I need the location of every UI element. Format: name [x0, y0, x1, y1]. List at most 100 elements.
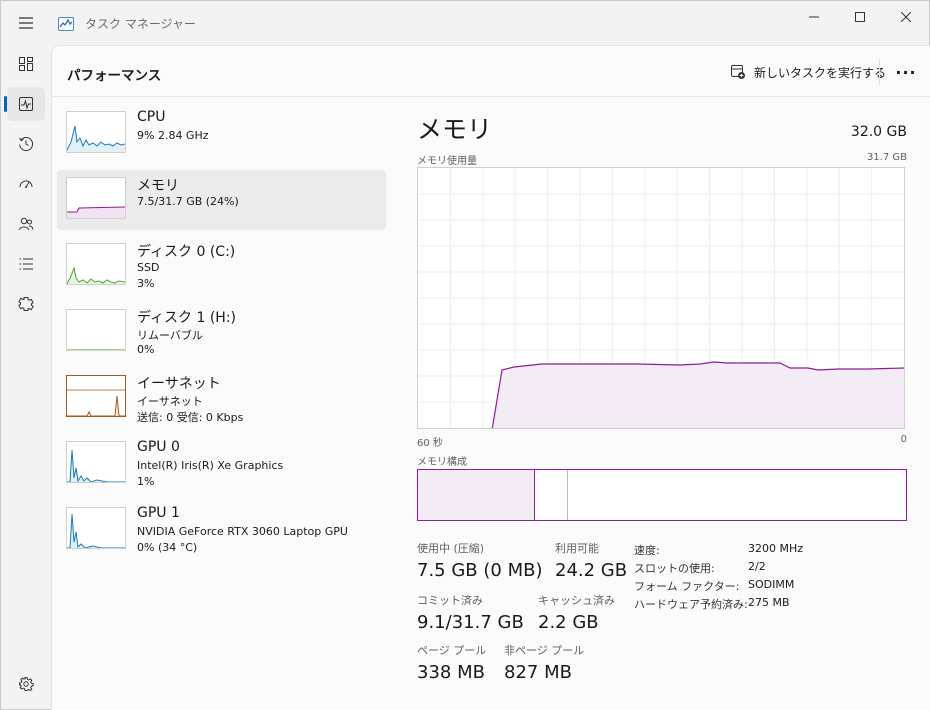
resource-item[interactable]: GPU 1 NVIDIA GeForce RTX 3060 Laptop GPU 0… [57, 500, 386, 560]
time-axis-left: 60 秒 [417, 438, 443, 449]
cached-label: キャッシュ済み [538, 594, 615, 607]
nonpaged-pool-label: 非ページ プール [504, 644, 585, 657]
nav-processes[interactable] [7, 47, 45, 81]
task-manager-app-icon [58, 16, 74, 35]
resource-name: GPU 0 [137, 439, 180, 455]
title-bar: タスク マネージャー [1, 1, 929, 45]
resource-thumbnail-graph [66, 177, 126, 219]
speed-label: 速度: [634, 544, 660, 557]
usage-area [492, 362, 904, 430]
hardware-reserved-value: 275 MB [748, 596, 790, 609]
memory-usage-graph [417, 167, 905, 431]
form-factor-value: SODIMM [748, 578, 795, 591]
nav-users[interactable] [7, 207, 45, 241]
resource-name: CPU [137, 109, 166, 125]
window-title: タスク マネージャー [85, 17, 196, 31]
resource-name: メモリ [137, 178, 179, 194]
header-separator [879, 58, 880, 86]
nav-services[interactable] [7, 287, 45, 321]
detail-title: メモリ [417, 115, 493, 144]
resource-usage-line: 3% [137, 277, 155, 290]
resource-usage-line: 0% [137, 343, 155, 356]
memory-detail-panel: メモリ 32.0 GB メモリ使用量 31.7 GB 60 秒 0 メモリ構成 … [417, 96, 917, 706]
available-label: 利用可能 [555, 542, 599, 555]
slots-value: 2/2 [748, 560, 766, 573]
run-task-icon [731, 65, 745, 79]
resource-thumbnail-graph [66, 441, 126, 483]
cached-value: 2.2 GB [538, 612, 599, 633]
in-use-value: 7.5 GB (0 MB) [417, 560, 543, 581]
users-icon [19, 217, 34, 231]
nav-startup-apps[interactable] [7, 167, 45, 201]
paged-pool-label: ページ プール [417, 644, 487, 657]
slots-label: スロットの使用: [634, 562, 715, 575]
run-new-task-button[interactable]: 新しいタスクを実行する [730, 60, 886, 84]
memory-composition-bar [417, 469, 907, 521]
settings-icon [19, 677, 34, 691]
resource-thumbnail-graph [66, 375, 126, 417]
startup-apps-icon [19, 180, 33, 188]
resource-item[interactable]: メモリ 7.5/31.7 GB (24%) [57, 170, 386, 230]
resource-usage-line: 送信: 0 受信: 0 Kbps [137, 411, 244, 424]
usage-graph-max: 31.7 GB [866, 152, 907, 163]
app-history-icon [19, 137, 34, 151]
maximize-button[interactable] [837, 1, 883, 33]
resource-item[interactable]: GPU 0 Intel(R) Iris(R) Xe Graphics 1% [57, 434, 386, 494]
committed-value: 9.1/31.7 GB [417, 612, 524, 633]
time-axis-right: 0 [900, 434, 907, 445]
speed-value: 3200 MHz [748, 542, 804, 555]
resource-detail-line: 7.5/31.7 GB (24%) [137, 195, 239, 208]
resource-name: ディスク 1 (H:) [137, 310, 236, 326]
resource-item[interactable]: CPU 9% 2.84 GHz [57, 104, 386, 164]
resource-item[interactable]: イーサネット イーサネット 送信: 0 受信: 0 Kbps [57, 368, 386, 428]
page-title: パフォーマンス [67, 68, 162, 84]
memory-usage-chart [418, 168, 905, 431]
page-header: パフォーマンス 新しいタスクを実行する ··· [52, 46, 930, 97]
close-button[interactable] [883, 1, 929, 33]
run-task-label: 新しいタスクを実行する [754, 65, 887, 80]
resource-name: イーサネット [137, 376, 221, 392]
task-manager-window: タスク マネージャー パフォーマンス 新しいタスクを実行する ··· CPU 9… [0, 0, 930, 710]
composition-label: メモリ構成 [417, 457, 467, 468]
hardware-reserved-label: ハードウェア予約済み: [634, 598, 748, 611]
resource-thumbnail-graph [66, 309, 126, 351]
resource-thumbnail-graph [66, 111, 126, 153]
resource-name: ディスク 0 (C:) [137, 244, 236, 260]
available-value: 24.2 GB [555, 560, 628, 581]
services-icon [18, 297, 34, 311]
more-options-button[interactable]: ··· [892, 60, 920, 84]
committed-label: コミット済み [417, 594, 483, 607]
resource-usage-line: 1% [137, 475, 155, 488]
nav-details[interactable] [7, 247, 45, 281]
in-use-label: 使用中 (圧縮) [417, 542, 485, 555]
resource-detail-line: リムーバブル [137, 329, 203, 342]
nav-performance[interactable] [4, 87, 45, 121]
resource-detail-line: NVIDIA GeForce RTX 3060 Laptop GPU [137, 525, 348, 538]
memory-total: 32.0 GB [850, 124, 907, 140]
resource-item[interactable]: ディスク 1 (H:) リムーバブル 0% [57, 302, 386, 362]
nav-app-history[interactable] [7, 127, 45, 161]
resource-detail-line: Intel(R) Iris(R) Xe Graphics [137, 459, 284, 472]
resource-detail-line: SSD [137, 261, 160, 274]
composition-in-use [418, 470, 535, 520]
resource-thumbnail-graph [66, 507, 126, 549]
nav-settings[interactable] [7, 667, 45, 701]
resource-detail-line: イーサネット [137, 395, 203, 408]
resource-thumbnail-graph [66, 243, 126, 285]
details-icon [19, 258, 33, 270]
paged-pool-value: 338 MB [417, 662, 485, 683]
usage-graph-label: メモリ使用量 [417, 156, 477, 167]
resource-detail-line: 9% 2.84 GHz [137, 129, 209, 142]
main-content: パフォーマンス 新しいタスクを実行する ··· CPU 9% 2.84 GHz メモ… [51, 45, 930, 710]
form-factor-label: フォーム ファクター: [634, 580, 740, 593]
hamburger-menu-icon[interactable] [10, 9, 42, 37]
resource-usage-line: 0% (34 °C) [137, 541, 198, 554]
minimize-button[interactable] [791, 1, 837, 33]
resource-name: GPU 1 [137, 505, 180, 521]
nonpaged-pool-value: 827 MB [504, 662, 572, 683]
nav-rail [1, 45, 51, 709]
processes-icon [19, 57, 33, 71]
resource-item[interactable]: ディスク 0 (C:) SSD 3% [57, 236, 386, 296]
performance-icon [19, 97, 33, 111]
composition-modified [567, 470, 568, 520]
